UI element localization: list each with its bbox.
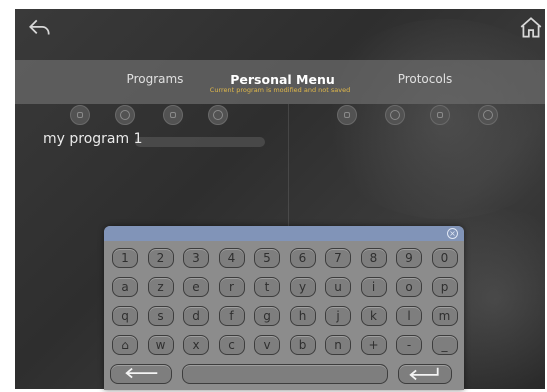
- key-j[interactable]: j: [325, 306, 351, 326]
- key-x[interactable]: x: [183, 335, 209, 355]
- key-d[interactable]: d: [183, 306, 209, 326]
- backspace-button[interactable]: [110, 364, 172, 384]
- key-h[interactable]: h: [289, 306, 316, 326]
- program-name-field[interactable]: my program 1: [43, 131, 143, 147]
- edit-icon[interactable]: [163, 105, 183, 125]
- key-s[interactable]: s: [147, 306, 174, 326]
- key-7[interactable]: 7: [325, 248, 351, 268]
- key-1[interactable]: 1: [112, 248, 138, 268]
- on-screen-keyboard: × 1 2 3 4 5 6 7 8 9 0 a z e r t y u i o p q s d f g h j k l m ⌂ w x c v b n +…: [104, 226, 464, 390]
- back-arrow-icon[interactable]: [27, 15, 53, 41]
- key-u[interactable]: u: [325, 277, 351, 297]
- edit-icon[interactable]: [430, 105, 450, 125]
- key-n[interactable]: n: [325, 335, 351, 355]
- stop-icon[interactable]: [70, 105, 90, 125]
- key-w[interactable]: w: [147, 335, 174, 355]
- key-8[interactable]: 8: [360, 248, 387, 268]
- tab-bar: Programs Personal Menu Protocols Current…: [15, 60, 545, 104]
- key-o[interactable]: o: [396, 277, 422, 297]
- key-a[interactable]: a: [112, 277, 138, 297]
- delete-icon[interactable]: [208, 105, 228, 125]
- key-c[interactable]: c: [218, 335, 245, 355]
- key-b[interactable]: b: [289, 335, 316, 355]
- program-name-underline: [135, 137, 265, 147]
- key-m[interactable]: m: [431, 306, 458, 326]
- key-shift[interactable]: ⌂: [112, 335, 138, 355]
- tab-personal-menu[interactable]: Personal Menu: [220, 72, 345, 87]
- unsaved-status-message: Current program is modified and not save…: [209, 86, 351, 94]
- key-e[interactable]: e: [183, 277, 209, 297]
- delete-icon[interactable]: [478, 105, 498, 125]
- key-z[interactable]: z: [147, 277, 174, 297]
- backspace-arrow-icon: [125, 367, 158, 379]
- key-2[interactable]: 2: [147, 248, 174, 268]
- play-icon[interactable]: [115, 105, 135, 125]
- key-p[interactable]: p: [431, 277, 458, 297]
- play-icon[interactable]: [385, 105, 405, 125]
- key-k[interactable]: k: [360, 306, 387, 326]
- key-g[interactable]: g: [254, 306, 280, 326]
- tab-programs[interactable]: Programs: [115, 72, 195, 86]
- tab-protocols[interactable]: Protocols: [385, 72, 465, 86]
- key-0[interactable]: 0: [431, 248, 458, 268]
- key-l[interactable]: l: [396, 306, 422, 326]
- key-_[interactable]: _: [431, 335, 458, 355]
- enter-button[interactable]: [398, 364, 452, 384]
- close-icon[interactable]: ×: [447, 228, 458, 239]
- keyboard-header: ×: [104, 226, 464, 241]
- enter-arrow-icon: [409, 367, 439, 381]
- key-f[interactable]: f: [218, 306, 245, 326]
- key--[interactable]: -: [396, 335, 422, 355]
- key-5[interactable]: 5: [254, 248, 280, 268]
- key-y[interactable]: y: [289, 277, 316, 297]
- panel-divider: [288, 104, 289, 244]
- space-bar[interactable]: [182, 364, 388, 384]
- key-t[interactable]: t: [254, 277, 280, 297]
- key-i[interactable]: i: [360, 277, 387, 297]
- key-3[interactable]: 3: [183, 248, 209, 268]
- key-q[interactable]: q: [112, 306, 138, 326]
- home-icon[interactable]: [518, 15, 544, 41]
- key-+[interactable]: +: [360, 335, 387, 355]
- stop-icon[interactable]: [337, 105, 357, 125]
- key-4[interactable]: 4: [218, 248, 245, 268]
- key-6[interactable]: 6: [289, 248, 316, 268]
- key-9[interactable]: 9: [396, 248, 422, 268]
- key-r[interactable]: r: [218, 277, 245, 297]
- key-v[interactable]: v: [254, 335, 280, 355]
